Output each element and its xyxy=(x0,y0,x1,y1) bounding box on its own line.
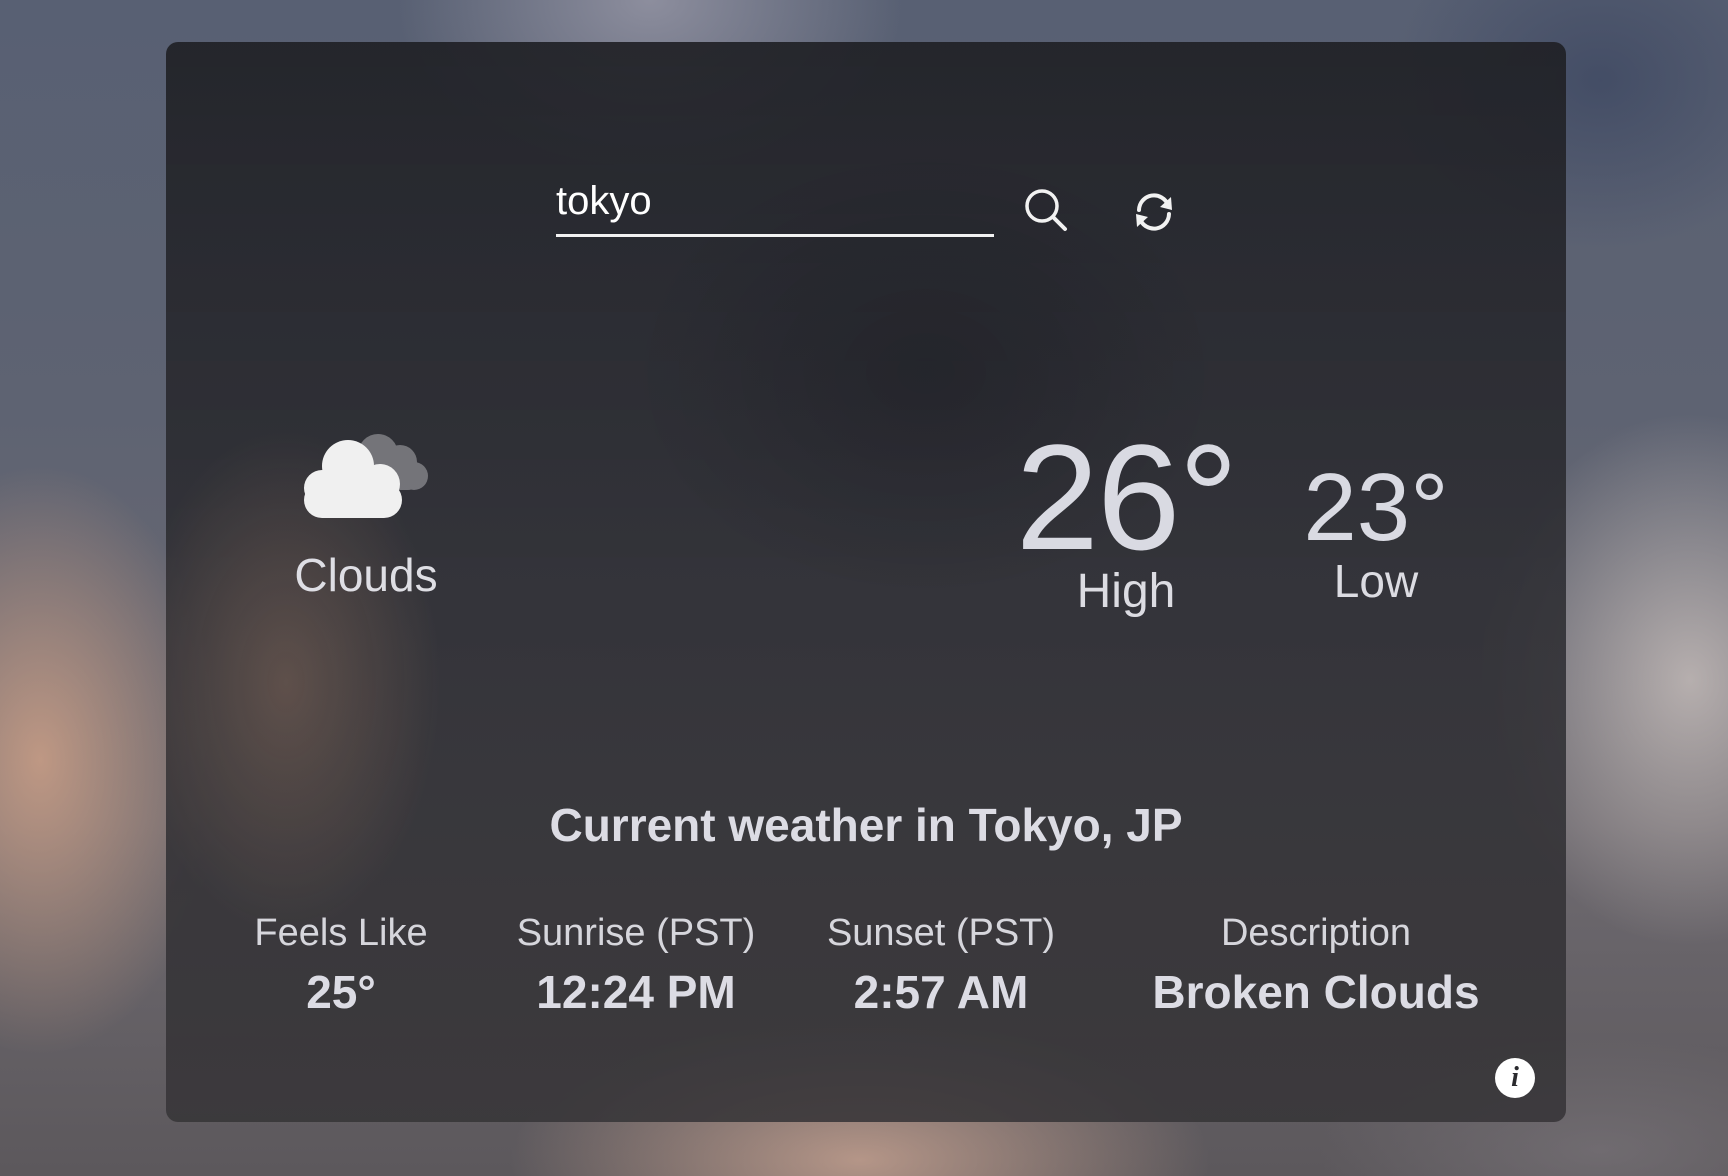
description-value: Broken Clouds xyxy=(1152,966,1480,1018)
weather-card: Clouds 26° High 23° Low Current weather … xyxy=(166,42,1566,1122)
location-heading: Current weather in Tokyo, JP xyxy=(549,799,1183,851)
sunset: Sunset (PST) 2:57 AM xyxy=(816,912,1066,1019)
cloud-icon xyxy=(286,412,446,532)
sunrise-label: Sunrise (PST) xyxy=(516,912,756,954)
refresh-icon[interactable] xyxy=(1126,184,1182,240)
feels-like: Feels Like 25° xyxy=(236,912,446,1019)
low-temperature-label: Low xyxy=(1333,555,1419,607)
sunrise: Sunrise (PST) 12:24 PM xyxy=(506,912,766,1019)
current-condition: Clouds xyxy=(266,412,466,602)
low-temperature: 23° Low xyxy=(1276,458,1476,608)
sunset-label: Sunset (PST) xyxy=(826,912,1056,954)
condition-label: Clouds xyxy=(294,549,438,601)
weather-details: Feels Like 25° Sunrise (PST) 12:24 PM Su… xyxy=(166,912,1566,1032)
info-glyph: i xyxy=(1511,1062,1519,1093)
description: Description Broken Clouds xyxy=(1126,912,1506,1019)
sunset-value: 2:57 AM xyxy=(853,966,1029,1018)
high-temperature-value: 26° xyxy=(1015,413,1239,581)
description-label: Description xyxy=(1220,912,1412,954)
feels-like-label: Feels Like xyxy=(254,912,428,954)
search-icon[interactable] xyxy=(1018,182,1074,238)
sunrise-value: 12:24 PM xyxy=(536,966,736,1018)
low-temperature-value: 23° xyxy=(1303,454,1449,561)
city-search-input[interactable] xyxy=(556,168,994,237)
high-temperature: 26° High xyxy=(986,422,1266,619)
info-icon[interactable]: i xyxy=(1495,1058,1535,1098)
feels-like-value: 25° xyxy=(306,966,376,1018)
search-bar xyxy=(556,138,1196,258)
